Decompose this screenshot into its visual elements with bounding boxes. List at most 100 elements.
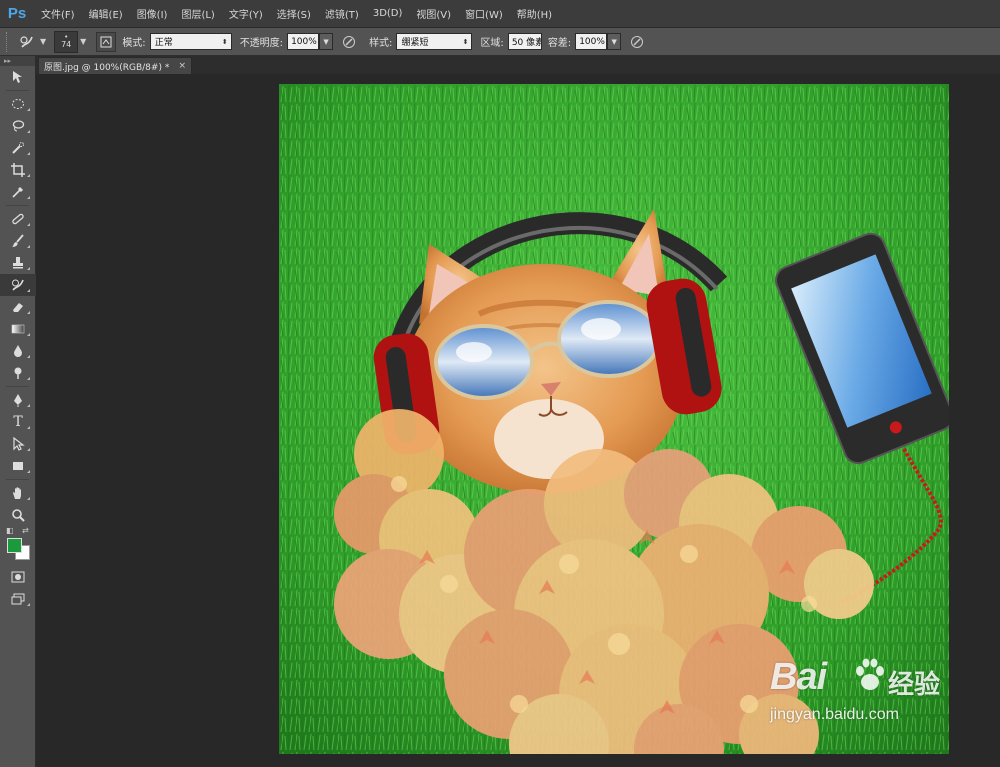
quick-selection-tool[interactable] xyxy=(0,137,36,159)
default-colors-icon[interactable]: ◧ xyxy=(6,526,14,535)
watermark-url: jingyan.baidu.com xyxy=(770,706,899,723)
options-bar: ▼ • 74 ▼ 模式: 正常 ⬍ 不透明度: 100% ▼ 样式: 绷紧短 ⬍… xyxy=(0,28,1000,56)
menu-layer[interactable]: 图层(L) xyxy=(174,6,221,21)
crop-tool[interactable] xyxy=(0,159,36,181)
menu-help[interactable]: 帮助(H) xyxy=(510,6,559,21)
toolbox-panel: ▸▸ T ◧ ⇄ xyxy=(0,56,36,767)
zoom-tool[interactable] xyxy=(0,504,36,526)
lasso-tool[interactable] xyxy=(0,115,36,137)
healing-brush-tool[interactable] xyxy=(0,208,36,230)
updown-arrow-icon: ⬍ xyxy=(221,37,228,46)
chevron-down-icon: ▼ xyxy=(40,37,47,46)
swap-colors-icon[interactable]: ⇄ xyxy=(22,526,29,535)
opacity-label: 不透明度: xyxy=(239,38,284,49)
document-tab-bar: 原图.jpg @ 100%(RGB/8#) * × xyxy=(36,56,1000,74)
watermark: Bai 经验 jingyan.baidu.com xyxy=(770,650,960,750)
clone-stamp-tool[interactable] xyxy=(0,252,36,274)
type-icon: T xyxy=(13,414,23,430)
path-selection-tool[interactable] xyxy=(0,433,36,455)
mode-value: 正常 xyxy=(154,38,173,48)
dodge-icon xyxy=(14,367,22,379)
tolerance-dropdown[interactable]: ▼ xyxy=(607,33,622,50)
pressure-pen-icon xyxy=(631,35,644,48)
opacity-dropdown[interactable]: ▼ xyxy=(319,33,334,50)
type-tool[interactable]: T xyxy=(0,411,36,433)
stamp-icon xyxy=(13,257,23,269)
opacity-value: 100% xyxy=(291,36,317,47)
menu-type[interactable]: 文字(Y) xyxy=(222,6,270,21)
options-grip[interactable] xyxy=(6,31,14,52)
rectangle-tool[interactable] xyxy=(0,455,36,477)
watermark-brand-suffix: 经验 xyxy=(888,670,941,700)
marquee-tool[interactable] xyxy=(0,93,36,115)
eyedropper-icon xyxy=(12,186,24,198)
close-icon[interactable]: × xyxy=(178,61,186,71)
watermark-brand: Bai xyxy=(770,656,827,698)
screen-mode-button[interactable] xyxy=(0,588,36,610)
quick-selection-icon xyxy=(12,142,24,154)
menu-bar: Ps 文件(F) 编辑(E) 图像(I) 图层(L) 文字(Y) 选择(S) 滤… xyxy=(0,0,1000,28)
brush-size-dropdown-icon[interactable]: ▼ xyxy=(80,37,86,46)
style-label: 样式: xyxy=(369,38,393,49)
brush-panel-toggle[interactable] xyxy=(96,31,117,52)
brush-size-picker[interactable]: • 74 xyxy=(54,30,79,53)
pen-tool[interactable] xyxy=(0,389,36,411)
rectangle-icon xyxy=(13,462,23,470)
crop-icon xyxy=(11,163,25,177)
brush-icon xyxy=(12,234,24,247)
tolerance-label: 容差: xyxy=(547,38,572,49)
hand-icon xyxy=(13,487,21,499)
pen-icon xyxy=(14,394,22,407)
style-value: 绷紧短 xyxy=(401,38,429,48)
history-brush-icon xyxy=(12,279,24,291)
menu-view[interactable]: 视图(V) xyxy=(409,6,458,21)
area-label: 区域: xyxy=(480,38,504,49)
foreground-color-swatch[interactable] xyxy=(7,538,22,553)
pressure-pen-icon xyxy=(343,35,356,48)
blur-tool[interactable] xyxy=(0,340,36,362)
area-field[interactable]: 50 像素 xyxy=(507,33,542,50)
brush-panel-icon xyxy=(100,36,112,47)
menu-3d[interactable]: 3D(D) xyxy=(366,8,410,19)
eraser-tool[interactable] xyxy=(0,296,36,318)
tablet-pressure-opacity-button[interactable] xyxy=(339,32,359,52)
screen-mode-icon xyxy=(11,593,25,605)
path-arrow-icon xyxy=(13,437,25,451)
mode-select[interactable]: 正常 ⬍ xyxy=(149,33,232,50)
move-icon xyxy=(13,71,22,83)
droplet-icon xyxy=(14,345,22,357)
art-history-brush-tool[interactable] xyxy=(0,274,36,296)
menu-select[interactable]: 选择(S) xyxy=(270,6,318,21)
brush-size-value: 74 xyxy=(61,40,72,49)
art-history-brush-icon xyxy=(16,32,38,52)
tool-preset-picker[interactable]: ▼ xyxy=(16,32,46,52)
tolerance-value: 100% xyxy=(579,36,605,47)
style-select[interactable]: 绷紧短 ⬍ xyxy=(396,33,473,50)
document-tab-title: 原图.jpg @ 100%(RGB/8#) * xyxy=(44,62,170,73)
app-logo: Ps xyxy=(7,5,27,22)
area-value: 50 像素 xyxy=(511,38,542,48)
menu-image[interactable]: 图像(I) xyxy=(130,6,175,21)
tablet-pressure-size-button[interactable] xyxy=(627,32,647,52)
menu-edit[interactable]: 编辑(E) xyxy=(82,6,130,21)
eyedropper-tool[interactable] xyxy=(0,181,36,203)
menu-file[interactable]: 文件(F) xyxy=(34,6,82,21)
dodge-tool[interactable] xyxy=(0,362,36,384)
tolerance-field[interactable]: 100% xyxy=(575,33,608,50)
mode-label: 模式: xyxy=(122,38,146,49)
eraser-icon xyxy=(13,303,23,312)
gradient-tool[interactable] xyxy=(0,318,36,340)
gradient-icon xyxy=(11,324,25,334)
paw-icon xyxy=(856,658,884,690)
move-tool[interactable] xyxy=(0,66,36,88)
lasso-icon xyxy=(12,120,25,132)
quick-mask-icon xyxy=(11,571,25,583)
menu-filter[interactable]: 滤镜(T) xyxy=(318,6,366,21)
toolbox-header[interactable]: ▸▸ xyxy=(0,56,35,66)
menu-window[interactable]: 窗口(W) xyxy=(458,6,510,21)
hand-tool[interactable] xyxy=(0,482,36,504)
quick-mask-button[interactable] xyxy=(0,566,36,588)
brush-tool[interactable] xyxy=(0,230,36,252)
opacity-field[interactable]: 100% xyxy=(287,33,320,50)
document-tab[interactable]: 原图.jpg @ 100%(RGB/8#) * × xyxy=(38,57,192,74)
